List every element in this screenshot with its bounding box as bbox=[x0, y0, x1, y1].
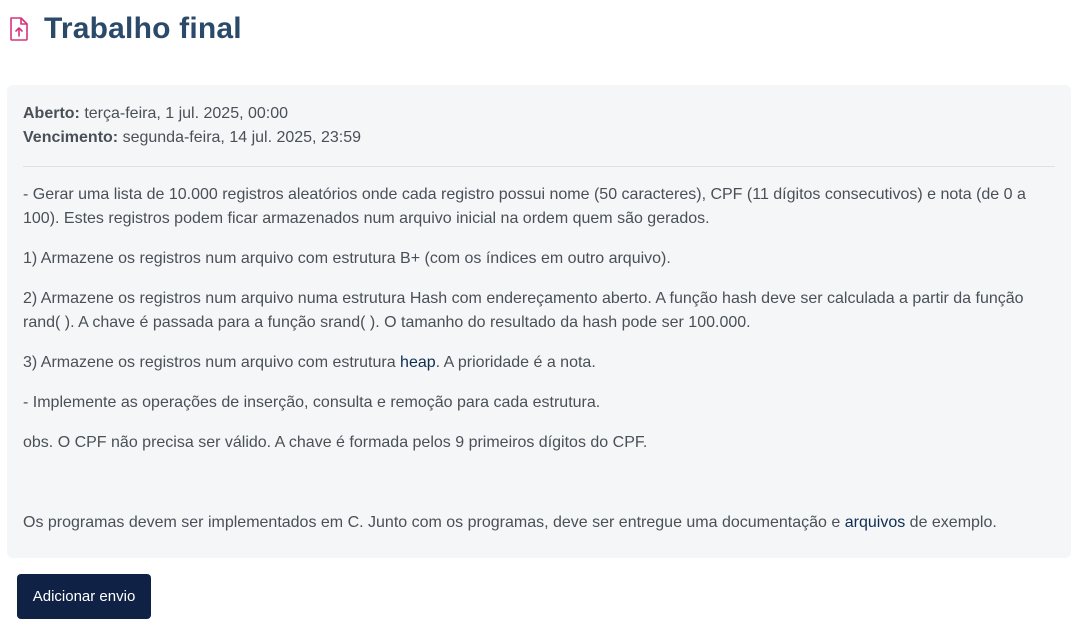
text-span: Os programas devem ser implementados em … bbox=[23, 514, 845, 531]
add-submission-button[interactable]: Adicionar envio bbox=[17, 574, 151, 619]
opened-date: Aberto: terça-feira, 1 jul. 2025, 00:00 bbox=[23, 102, 1055, 126]
due-date: Vencimento: segunda-feira, 14 jul. 2025,… bbox=[23, 126, 1055, 150]
due-value: segunda-feira, 14 jul. 2025, 23:59 bbox=[118, 129, 361, 146]
arquivos-link[interactable]: arquivos bbox=[845, 514, 905, 531]
divider bbox=[23, 166, 1055, 167]
page-title: Trabalho final bbox=[44, 12, 242, 45]
description-paragraph: - Implemente as operações de inserção, c… bbox=[23, 394, 601, 411]
file-upload-icon bbox=[8, 16, 30, 42]
text-span: 3) Armazene os registros num arquivo com… bbox=[23, 354, 401, 371]
page-header: Trabalho final bbox=[8, 12, 242, 46]
due-label: Vencimento: bbox=[23, 129, 119, 146]
opened-value: terça-feira, 1 jul. 2025, 00:00 bbox=[79, 105, 289, 122]
assignment-description: - Gerar uma lista de 10.000 registros al… bbox=[23, 183, 1055, 535]
description-paragraph: 3) Armazene os registros num arquivo com… bbox=[23, 351, 1055, 375]
description-paragraph: 2) Armazene os registros num arquivo num… bbox=[23, 290, 1024, 331]
assignment-info-box: Aberto: terça-feira, 1 jul. 2025, 00:00 … bbox=[7, 85, 1071, 558]
description-paragraph: - Gerar uma lista de 10.000 registros al… bbox=[23, 186, 1026, 227]
description-paragraph: obs. O CPF não precisa ser válido. A cha… bbox=[23, 434, 648, 451]
text-span: . A prioridade é a nota. bbox=[435, 354, 596, 371]
blank-paragraph bbox=[23, 471, 1055, 495]
opened-label: Aberto: bbox=[23, 105, 80, 122]
description-paragraph: Os programas devem ser implementados em … bbox=[23, 511, 1055, 535]
description-paragraph: 1) Armazene os registros num arquivo com… bbox=[23, 250, 671, 267]
heap-link[interactable]: heap bbox=[400, 354, 436, 371]
text-span: de exemplo. bbox=[905, 514, 997, 531]
